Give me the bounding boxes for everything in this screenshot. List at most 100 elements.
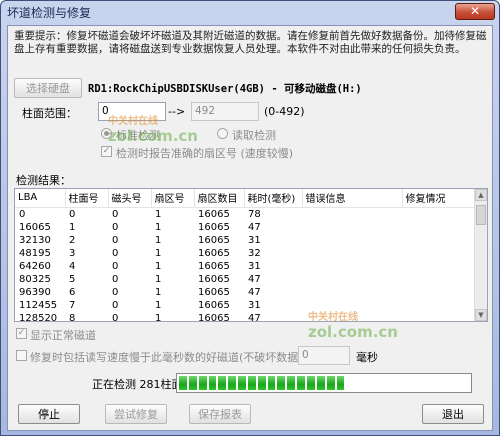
progress-segment (277, 376, 286, 390)
repair-dialog: 坏道检测与修复 ✕ 重要提示：修复坏磁道会破坏坏磁道及其附近磁道的数据。请在修复… (0, 0, 500, 436)
progress-segment (228, 376, 237, 390)
report-sector-checkbox[interactable]: ✓ (101, 146, 112, 157)
results-scrollbar[interactable]: ▲ ▼ (474, 189, 487, 321)
table-cell: 0 (112, 234, 119, 246)
table-cell: 31 (248, 299, 261, 311)
table-cell (402, 273, 474, 286)
table-cell (402, 234, 474, 247)
results-table: LBA 柱面号 磁头号 扇区号 扇区数目 耗时(毫秒) 错误信息 修复情况 0 0 0 1 16065… (14, 188, 488, 322)
table-cell (402, 286, 474, 299)
table-cell: 3 (69, 247, 76, 259)
progress-segment (218, 376, 227, 390)
progress-fill (179, 376, 345, 390)
scroll-up-icon[interactable]: ▲ (475, 189, 487, 201)
progress-segment (188, 376, 197, 390)
read-check-label: 读取检测 (232, 129, 276, 142)
read-check-radio[interactable] (217, 128, 228, 139)
table-cell (402, 247, 474, 260)
watermark-2: 中关村在线 zol.com.cn (308, 308, 398, 341)
table-cell: 16065 (198, 247, 230, 259)
table-row[interactable]: 80325 5 0 1 16065 47 (15, 273, 474, 286)
cylinder-end-field[interactable]: 492 (191, 102, 259, 121)
table-cell: 1 (155, 312, 162, 322)
progress-segment (316, 376, 325, 390)
table-cell: 47 (248, 221, 261, 233)
table-cell: 1 (155, 247, 162, 259)
table-cell: 0 (112, 221, 119, 233)
repair-slow-label: 修复时包括读写速度慢于此毫秒数的好磁道(不破坏数据): (30, 351, 307, 364)
table-cell (402, 312, 474, 322)
table-cell (402, 221, 474, 234)
table-cell: 31 (248, 260, 261, 272)
stop-button[interactable]: 停止 (18, 404, 80, 424)
results-rows: 0 0 0 1 16065 78 16065 1 0 1 16065 47 32130 2 0 1 16065 3… (15, 207, 474, 322)
scroll-down-icon[interactable]: ▼ (475, 309, 487, 321)
repair-slow-checkbox[interactable] (16, 350, 27, 361)
show-normal-checkbox[interactable]: ✓ (16, 328, 27, 339)
range-hint: (0-492) (264, 105, 305, 118)
table-cell (302, 286, 402, 299)
progress-segment (208, 376, 217, 390)
table-row[interactable]: 0 0 0 1 16065 78 (15, 207, 474, 221)
table-cell: 0 (69, 208, 76, 220)
table-cell: 16065 (198, 286, 230, 298)
cylinder-range-label: 柱面范围： (22, 107, 77, 120)
progress-segment (267, 376, 276, 390)
table-cell: 0 (112, 260, 119, 272)
repair-slow-ms-field[interactable]: 0 (298, 346, 350, 365)
table-cell: 47 (248, 286, 261, 298)
table-cell: 128520 (19, 312, 58, 322)
dialog-body: 重要提示：修复坏磁道会破坏坏磁道及其附近磁道的数据。请在修复前首先做好数据备份。… (7, 25, 493, 431)
table-cell (302, 221, 402, 234)
column-header[interactable]: 修复情况 (402, 189, 475, 208)
close-button[interactable]: ✕ (455, 3, 495, 20)
table-cell: 0 (19, 208, 26, 220)
progress-segment (287, 376, 296, 390)
try-repair-button[interactable]: 尝试修复 (105, 404, 167, 424)
table-cell: 0 (112, 208, 119, 220)
watermark-cn: 中关村在线 (108, 116, 158, 127)
show-normal-label: 显示正常磁道 (30, 329, 96, 342)
table-cell: 16065 (198, 234, 230, 246)
table-row[interactable]: 128520 8 0 1 16065 47 (15, 312, 474, 322)
table-cell: 112455 (19, 299, 58, 311)
table-cell: 1 (155, 286, 162, 298)
table-cell: 8 (69, 312, 76, 322)
table-cell (402, 260, 474, 273)
table-cell: 16065 (198, 312, 230, 322)
column-header[interactable]: 错误信息 (302, 189, 403, 208)
table-cell: 16065 (198, 299, 230, 311)
column-header[interactable]: LBA (15, 189, 66, 208)
column-header[interactable]: 扇区号 (151, 189, 195, 208)
exit-button[interactable]: 退出 (422, 404, 484, 424)
progress-segment (306, 376, 315, 390)
progress-segment (247, 376, 256, 390)
table-row[interactable]: 96390 6 0 1 16065 47 (15, 286, 474, 299)
table-cell: 0 (112, 247, 119, 259)
table-cell: 16065 (19, 221, 51, 233)
table-row[interactable]: 48195 3 0 1 16065 32 (15, 247, 474, 260)
table-cell: 47 (248, 312, 261, 322)
table-cell: 80325 (19, 273, 51, 285)
table-row[interactable]: 64260 4 0 1 16065 31 (15, 260, 474, 273)
table-row[interactable]: 16065 1 0 1 16065 47 (15, 221, 474, 234)
progress-bar (176, 373, 472, 393)
repair-slow-unit: 毫秒 (356, 351, 378, 364)
column-header[interactable]: 柱面号 (65, 189, 109, 208)
select-disk-button[interactable]: 选择硬盘 (14, 78, 82, 98)
column-header[interactable]: 扇区数目 (194, 189, 245, 208)
table-cell: 16065 (198, 208, 230, 220)
column-header[interactable]: 磁头号 (108, 189, 152, 208)
watermark-en: zol.com.cn (108, 127, 198, 145)
table-cell: 0 (112, 299, 119, 311)
column-header[interactable]: 耗时(毫秒) (244, 189, 303, 208)
save-report-button[interactable]: 保存报表 (189, 404, 251, 424)
table-row[interactable]: 32130 2 0 1 16065 31 (15, 234, 474, 247)
table-cell: 31 (248, 234, 261, 246)
progress-segment (179, 376, 187, 390)
scroll-thumb[interactable] (476, 205, 486, 225)
progress-segment (297, 376, 305, 390)
table-cell: 1 (155, 260, 162, 272)
table-cell (302, 207, 402, 221)
table-row[interactable]: 112455 7 0 1 16065 31 (15, 299, 474, 312)
